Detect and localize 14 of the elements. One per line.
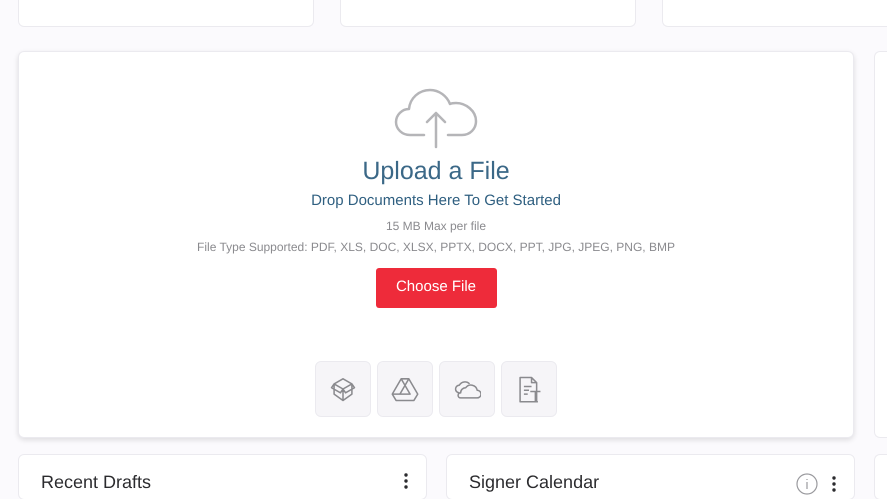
info-icon[interactable] [796, 473, 818, 495]
source-button[interactable] [377, 360, 433, 416]
choose-file-button[interactable]: Choose File [376, 268, 496, 308]
upload-subtitle: Drop Documents Here To Get Started [311, 191, 561, 211]
source-button[interactable] [315, 360, 371, 416]
more-icon[interactable] [404, 473, 408, 489]
source-button[interactable] [439, 360, 495, 416]
source-button[interactable] [501, 360, 557, 416]
more-icon[interactable] [832, 476, 836, 492]
widget-title: Signer Calendar [469, 471, 600, 493]
max-size-note: 15 MB Max per file [386, 218, 486, 234]
upload-title: Upload a File [362, 156, 510, 187]
file-types-note: File Type Supported: PDF, XLS, DOC, XLSX, PPTX, DOCX, PPT, JPG, JPEG, PNG, BMP [197, 238, 675, 256]
widget-title: Recent Drafts [41, 471, 152, 493]
